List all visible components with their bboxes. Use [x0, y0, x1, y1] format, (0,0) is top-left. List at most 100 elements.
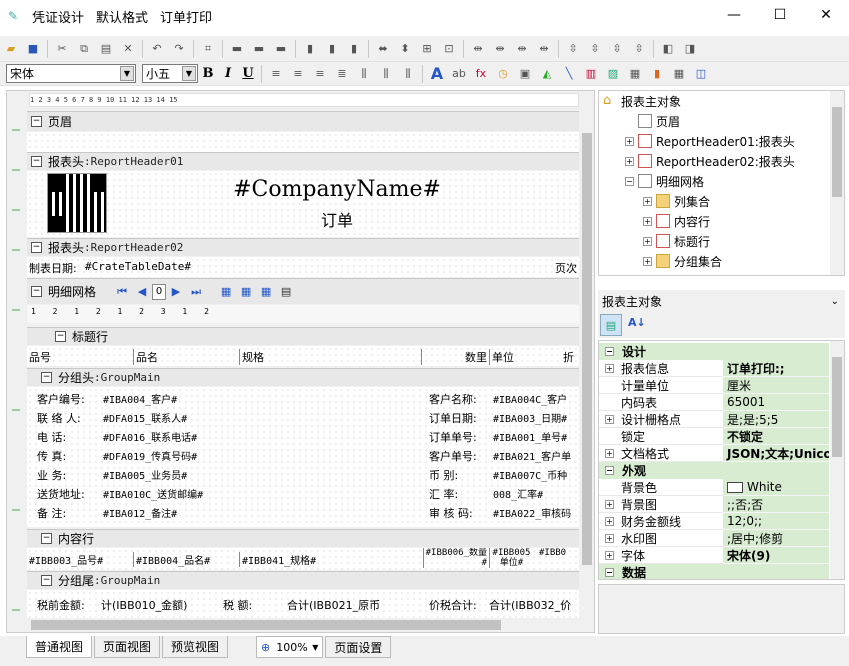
group-right-field[interactable]: #IBA022_审核码: [493, 505, 571, 520]
tree-item[interactable]: 页眉: [625, 111, 680, 131]
align-right-icon[interactable]: ▬: [272, 40, 290, 58]
copy-icon[interactable]: ⧉: [75, 40, 93, 58]
title-col-discount[interactable]: 折: [563, 349, 574, 365]
tree-root[interactable]: ⌂ 报表主对象: [603, 91, 681, 111]
property-value[interactable]: 厘米: [723, 377, 829, 394]
prev-page-icon[interactable]: ◀: [134, 284, 150, 300]
open-icon[interactable]: ▰: [2, 40, 20, 58]
group-right-label[interactable]: 客户名称:: [429, 391, 477, 407]
group-right-field[interactable]: #IBA004C_客户: [493, 391, 567, 406]
font-size-select[interactable]: 小五 ▼: [142, 64, 198, 83]
content-cell-discount[interactable]: #IBB0: [539, 548, 566, 558]
expand-icon[interactable]: +: [605, 449, 614, 458]
title-col-qty[interactable]: 数里: [421, 349, 487, 365]
cut-icon[interactable]: ✂: [53, 40, 71, 58]
collapse-icon[interactable]: −: [605, 466, 614, 475]
collapse-icon[interactable]: −: [31, 116, 42, 127]
group-right-field[interactable]: #IBA007C_币种: [493, 467, 567, 482]
bring-front-icon[interactable]: ◧: [659, 40, 677, 58]
expand-icon[interactable]: +: [643, 256, 652, 266]
content-row-area[interactable]: #IBB003_品号# #IBB004_品名# #IBB041_规格# #IBB…: [27, 548, 579, 570]
close-button[interactable]: ✕: [803, 0, 849, 30]
undo-icon[interactable]: ↶: [148, 40, 166, 58]
group-left-field[interactable]: #IBA010C_送货邮编#: [103, 486, 203, 501]
expand-icon[interactable]: +: [625, 136, 634, 146]
property-value[interactable]: 宋体(9): [723, 547, 829, 564]
page-number-input[interactable]: 0: [152, 283, 167, 300]
static-text-icon[interactable]: ab: [450, 65, 468, 83]
line-icon[interactable]: ╲: [560, 65, 578, 83]
group-right-label[interactable]: 币 别:: [429, 467, 458, 483]
chart-icon[interactable]: ▮: [648, 65, 666, 83]
tab-page-view[interactable]: 页面视图: [94, 636, 161, 658]
group-left-label[interactable]: 送货地址:: [37, 486, 85, 502]
property-row[interactable]: 内码表 65001: [599, 394, 829, 411]
band-page-header[interactable]: − 页眉: [27, 111, 579, 131]
report-header-02-area[interactable]: 制表日期: #CrateTableDate# 页次: [27, 257, 579, 277]
save-icon[interactable]: ■: [24, 40, 42, 58]
property-row[interactable]: + 报表信息 订单打印:;: [599, 360, 829, 377]
grid-group-icon[interactable]: ▦: [258, 284, 274, 300]
property-header[interactable]: 报表主对象 ⌄: [598, 290, 845, 312]
vertical-scrollbar[interactable]: [580, 109, 594, 619]
tree-item[interactable]: − 明细网格: [625, 171, 704, 191]
tree-item[interactable]: + ReportHeader01:报表头: [625, 131, 795, 151]
grid-col-icon[interactable]: ▦: [218, 284, 234, 300]
clock-icon[interactable]: ◷: [494, 65, 512, 83]
collapse-icon[interactable]: −: [31, 242, 42, 253]
group-right-label[interactable]: 客户单号:: [429, 448, 477, 464]
band-group-footer[interactable]: − 分组尾 :GroupMain: [27, 571, 579, 589]
group-left-label[interactable]: 备 注:: [37, 505, 66, 521]
property-row[interactable]: + 字体 宋体(9): [599, 547, 829, 564]
content-cell-qty[interactable]: #IBB006_数量#: [423, 548, 487, 568]
group-right-label[interactable]: 汇 率:: [429, 486, 458, 502]
tree-item[interactable]: + 内容行: [643, 211, 710, 231]
property-category[interactable]: − 数据: [599, 564, 829, 579]
grid-table-icon[interactable]: ▤: [278, 284, 294, 300]
expand-icon[interactable]: +: [605, 415, 614, 424]
table-icon[interactable]: ▦: [670, 65, 688, 83]
horizontal-scrollbar[interactable]: [7, 618, 594, 632]
last-page-icon[interactable]: ⏭: [188, 284, 204, 300]
bold-button[interactable]: B: [198, 66, 218, 81]
tax-field[interactable]: 合计(IBB021_原币: [287, 597, 380, 613]
content-cell-name[interactable]: #IBB004_品名#: [133, 552, 210, 567]
same-height-icon[interactable]: ⬍: [396, 40, 414, 58]
zoom-control[interactable]: ⊕ 100% ▼: [256, 636, 324, 658]
underline-button[interactable]: U: [238, 66, 258, 81]
redo-icon[interactable]: ↷: [170, 40, 188, 58]
group-left-label[interactable]: 传 真:: [37, 448, 66, 464]
content-cell-spec[interactable]: #IBB041_规格#: [239, 552, 316, 567]
h-spacing-dec-icon[interactable]: ⇹: [513, 40, 531, 58]
page-number-icon[interactable]: ▣: [516, 65, 534, 83]
report-header-01-area[interactable]: #CompanyName# 订单: [27, 171, 579, 237]
property-value[interactable]: ;居中;修剪: [723, 530, 829, 547]
send-back-icon[interactable]: ◨: [681, 40, 699, 58]
group-header-area[interactable]: 客户编号: #IBA004_客户# 客户名称: #IBA004C_客户联 络 人: #D…: [27, 387, 579, 527]
total-label[interactable]: 价税合计:: [429, 597, 477, 613]
group-right-label[interactable]: 订单日期:: [429, 410, 477, 426]
band-content-row[interactable]: − 内容行: [27, 529, 579, 547]
property-category[interactable]: − 外观: [599, 462, 829, 479]
v-spacing-equal-icon[interactable]: ⇳: [564, 40, 582, 58]
subreport-icon[interactable]: ◫: [692, 65, 710, 83]
group-footer-area[interactable]: 税前金额: 计(IBB010_金额) 税 额: 合计(IBB021_原币 价税合…: [27, 590, 579, 618]
v-spacing-remove-icon[interactable]: ⇳: [630, 40, 648, 58]
property-scrollbar[interactable]: [830, 341, 844, 579]
expand-icon[interactable]: +: [605, 364, 614, 373]
property-grid[interactable]: − 设计 + 报表信息 订单打印:; 计量单位 厘米 内码表 65001 + 设计栅格点 是;是;5;…: [598, 340, 845, 580]
h-spacing-equal-icon[interactable]: ⇹: [469, 40, 487, 58]
group-left-field[interactable]: #DFA016_联系电话#: [103, 429, 197, 444]
formula-icon[interactable]: fx: [472, 65, 490, 83]
group-right-field[interactable]: #IBA001_单号#: [493, 429, 567, 444]
page-setup-button[interactable]: 页面设置: [325, 636, 392, 658]
minimize-button[interactable]: —: [711, 0, 757, 30]
text-bottom-icon[interactable]: ⫼: [399, 65, 417, 83]
expand-icon[interactable]: +: [605, 534, 614, 543]
italic-button[interactable]: I: [218, 66, 238, 81]
select-all-icon[interactable]: ⌗: [199, 40, 217, 58]
font-name-select[interactable]: 宋体 ▼: [6, 64, 136, 83]
scroll-thumb[interactable]: [31, 620, 501, 630]
total-field[interactable]: 合计(IBB032_价: [489, 597, 571, 613]
content-cell-unit[interactable]: #IBB005单位#: [489, 548, 533, 568]
